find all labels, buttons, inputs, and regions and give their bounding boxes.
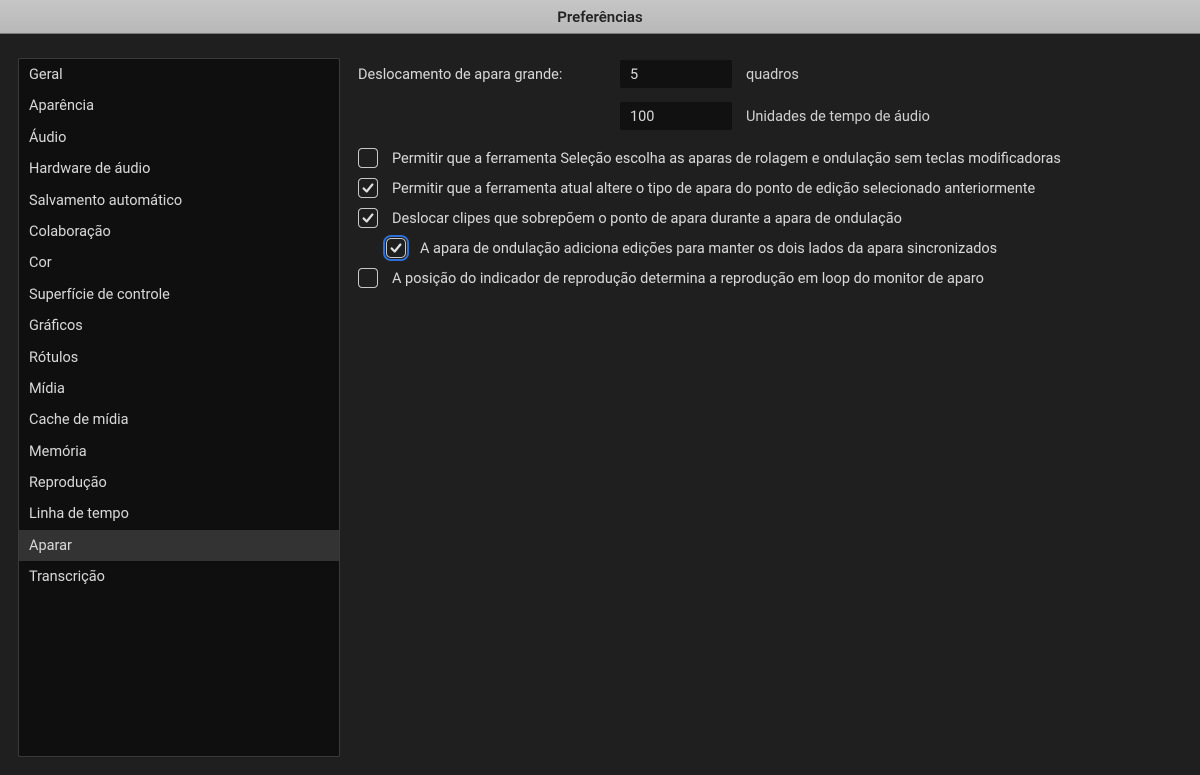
audio-time-unit-label: Unidades de tempo de áudio: [746, 108, 930, 125]
window-titlebar: Preferências: [0, 0, 1200, 34]
big-trim-offset-row: Deslocamento de apara grande: quadros: [358, 60, 1182, 88]
checkbox-row-2: Deslocar clipes que sobrepõem o ponto de…: [358, 208, 1182, 228]
checkbox-label-0: Permitir que a ferramenta Seleção escolh…: [392, 150, 1061, 167]
sidebar-item-transcrição[interactable]: Transcrição: [19, 561, 339, 592]
sidebar-item-gráficos[interactable]: Gráficos: [19, 310, 339, 341]
checkbox-row-1: Permitir que a ferramenta atual altere o…: [358, 178, 1182, 198]
sidebar-item-linha-de-tempo[interactable]: Linha de tempo: [19, 498, 339, 529]
checkbox-label-1: Permitir que a ferramenta atual altere o…: [392, 180, 1035, 197]
trim-settings-panel: Deslocamento de apara grande: quadros Un…: [358, 58, 1182, 757]
checkbox-label-3: A apara de ondulação adiciona edições pa…: [420, 240, 997, 257]
preferences-sidebar: GeralAparênciaÁudioHardware de áudioSalv…: [18, 58, 340, 757]
offset-inputs-group: Deslocamento de apara grande: quadros Un…: [358, 60, 1182, 130]
checkbox-1[interactable]: [358, 178, 378, 198]
sidebar-item-geral[interactable]: Geral: [19, 59, 339, 90]
audio-time-unit-row: Unidades de tempo de áudio: [358, 102, 1182, 130]
checkbox-label-4: A posição do indicador de reprodução det…: [392, 270, 984, 287]
sidebar-item-memória[interactable]: Memória: [19, 436, 339, 467]
sidebar-item-cor[interactable]: Cor: [19, 247, 339, 278]
checkbox-row-4: A posição do indicador de reprodução det…: [358, 268, 1182, 288]
checkbox-3[interactable]: [386, 238, 406, 258]
sidebar-item-rótulos[interactable]: Rótulos: [19, 342, 339, 373]
checkbox-2[interactable]: [358, 208, 378, 228]
sidebar-item-superfície-de-controle[interactable]: Superfície de controle: [19, 279, 339, 310]
checkbox-row-3: A apara de ondulação adiciona edições pa…: [386, 238, 1182, 258]
window-title: Preferências: [557, 8, 642, 26]
sidebar-item-áudio[interactable]: Áudio: [19, 122, 339, 153]
big-trim-offset-unit: quadros: [746, 66, 799, 83]
sidebar-item-salvamento-automático[interactable]: Salvamento automático: [19, 185, 339, 216]
checkbox-0[interactable]: [358, 148, 378, 168]
sidebar-item-aparar[interactable]: Aparar: [19, 530, 339, 561]
sidebar-item-cache-de-mídia[interactable]: Cache de mídia: [19, 404, 339, 435]
audio-time-unit-input[interactable]: [620, 102, 732, 130]
sidebar-item-mídia[interactable]: Mídia: [19, 373, 339, 404]
checkbox-label-2: Deslocar clipes que sobrepõem o ponto de…: [392, 210, 902, 227]
sidebar-item-aparência[interactable]: Aparência: [19, 90, 339, 121]
checkbox-4[interactable]: [358, 268, 378, 288]
big-trim-offset-label: Deslocamento de apara grande:: [358, 66, 606, 83]
checkbox-row-0: Permitir que a ferramenta Seleção escolh…: [358, 148, 1182, 168]
sidebar-item-hardware-de-áudio[interactable]: Hardware de áudio: [19, 153, 339, 184]
sidebar-item-colaboração[interactable]: Colaboração: [19, 216, 339, 247]
content-area: GeralAparênciaÁudioHardware de áudioSalv…: [0, 34, 1200, 775]
big-trim-offset-input[interactable]: [620, 60, 732, 88]
checkbox-list: Permitir que a ferramenta Seleção escolh…: [358, 148, 1182, 288]
sidebar-item-reprodução[interactable]: Reprodução: [19, 467, 339, 498]
